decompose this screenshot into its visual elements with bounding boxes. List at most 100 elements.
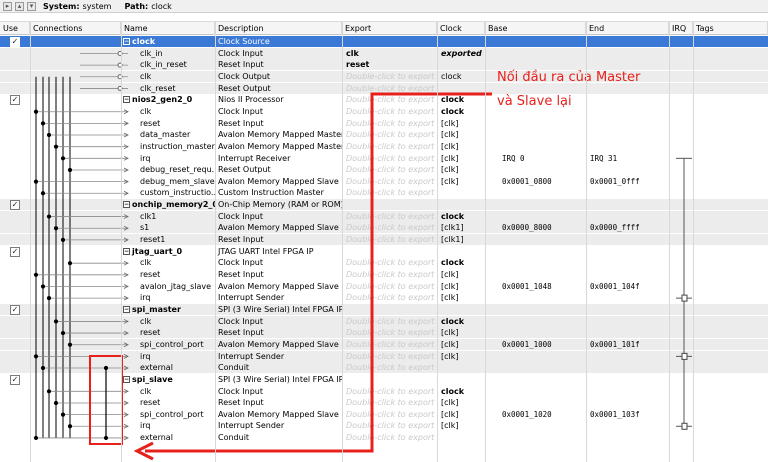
filter-icon[interactable]: ▾: [27, 1, 36, 11]
clock-field[interactable]: [439, 432, 485, 443]
clock-field[interactable]: [clk]: [439, 420, 485, 431]
column-header-irq[interactable]: IRQ: [669, 22, 693, 35]
component-name[interactable]: external: [138, 432, 215, 443]
interface-row[interactable]: clk Clock Input Double-click to export cloc…: [0, 106, 768, 117]
interface-row[interactable]: irq Interrupt Sender Double-click to expor…: [0, 350, 768, 362]
interface-row[interactable]: clk_reset Reset Output Double-click to exp…: [0, 82, 768, 94]
component-name[interactable]: custom_instructio...: [138, 187, 215, 198]
component-name[interactable]: clk_in_reset: [138, 59, 215, 70]
clock-field[interactable]: [439, 187, 485, 198]
collapse-icon[interactable]: ▸: [3, 1, 12, 11]
component-name[interactable]: − spi_slave: [121, 374, 215, 385]
component-name[interactable]: clk: [138, 386, 215, 397]
expand-collapse-icon[interactable]: −: [123, 375, 130, 383]
expand-collapse-icon[interactable]: −: [123, 247, 130, 255]
interface-row[interactable]: clk_in_reset Reset Input reset: [0, 59, 768, 71]
clock-field[interactable]: [439, 304, 485, 315]
clock-field[interactable]: [439, 36, 485, 47]
clock-field[interactable]: [clk]: [439, 118, 485, 129]
interface-row[interactable]: reset Reset Input Double-click to export [c…: [0, 327, 768, 339]
column-header-clock[interactable]: Clock: [437, 22, 485, 35]
base-address[interactable]: 0x0001_1020: [500, 409, 586, 420]
column-header-end[interactable]: End: [586, 22, 669, 35]
base-address[interactable]: 0x0001_1048: [500, 281, 586, 292]
use-checkbox[interactable]: ✓: [10, 200, 20, 211]
interface-row[interactable]: reset Reset Input Double-click to export [c…: [0, 397, 768, 408]
export-field[interactable]: Double-click to export: [344, 94, 437, 105]
interface-row[interactable]: clk Clock Input Double-click to export cloc…: [0, 257, 768, 268]
clock-field[interactable]: clock: [439, 257, 485, 268]
base-address[interactable]: IRQ 0: [500, 153, 586, 164]
clock-field[interactable]: [clk]: [439, 339, 485, 350]
clock-field[interactable]: clock: [439, 386, 485, 397]
base-address[interactable]: 0x0000_8000: [500, 222, 586, 233]
export-field[interactable]: Double-click to export: [344, 141, 437, 152]
use-checkbox[interactable]: ✓: [10, 246, 20, 257]
clock-field[interactable]: [clk]: [439, 141, 485, 152]
export-field[interactable]: [344, 199, 437, 210]
interface-row[interactable]: clk Clock Output Double-click to export clo…: [0, 70, 768, 82]
export-field[interactable]: Double-click to export: [344, 327, 437, 338]
column-header-tags[interactable]: Tags: [693, 22, 768, 35]
component-name[interactable]: irq: [138, 351, 215, 362]
export-field[interactable]: Double-click to export: [344, 281, 437, 292]
end-address[interactable]: 0x0001_104f: [588, 281, 668, 292]
export-field[interactable]: Double-click to export: [344, 397, 437, 408]
expand-collapse-icon[interactable]: −: [123, 305, 130, 313]
clock-field[interactable]: [clk]: [439, 176, 485, 187]
clock-field[interactable]: [439, 374, 485, 385]
interface-row[interactable]: clk1 Clock Input Double-click to export clo…: [0, 210, 768, 222]
component-name[interactable]: reset: [138, 118, 215, 129]
interface-row[interactable]: s1 Avalon Memory Mapped Slave Double-click…: [0, 222, 768, 234]
end-address[interactable]: IRQ 31: [588, 153, 668, 164]
clock-field[interactable]: exported: [439, 48, 485, 59]
export-field[interactable]: reset: [344, 59, 437, 70]
component-name[interactable]: clk: [138, 71, 215, 82]
clock-field[interactable]: [clk]: [439, 153, 485, 164]
expand-collapse-icon[interactable]: −: [123, 38, 130, 45]
clock-field[interactable]: [clk1]: [439, 234, 485, 245]
component-name[interactable]: − onchip_memory2_0: [121, 199, 215, 210]
export-field[interactable]: Double-click to export: [344, 83, 437, 94]
export-field[interactable]: [344, 36, 437, 47]
expand-collapse-icon[interactable]: −: [123, 96, 130, 104]
component-name[interactable]: clk: [138, 106, 215, 117]
export-field[interactable]: Double-click to export: [344, 362, 437, 373]
end-address[interactable]: 0x0001_101f: [588, 339, 668, 350]
clock-field[interactable]: [clk]: [439, 269, 485, 280]
component-row[interactable]: ✓ − spi_slave SPI (3 Wire Serial) Intel FPG…: [0, 374, 768, 385]
export-field[interactable]: Double-click to export: [344, 292, 437, 303]
interface-row[interactable]: external Conduit Double-click to export: [0, 432, 768, 443]
component-name[interactable]: irq: [138, 292, 215, 303]
interface-row[interactable]: avalon_jtag_slave Avalon Memory Mapped Sl…: [0, 281, 768, 292]
export-field[interactable]: Double-click to export: [344, 129, 437, 140]
component-name[interactable]: spi_control_port: [138, 339, 215, 350]
base-address[interactable]: 0x0001_0800: [500, 176, 586, 187]
export-field[interactable]: Double-click to export: [344, 211, 437, 222]
component-name[interactable]: irq: [138, 153, 215, 164]
interface-row[interactable]: instruction_master Avalon Memory Mapped M…: [0, 141, 768, 152]
interface-row[interactable]: reset1 Reset Input Double-click to export[…: [0, 234, 768, 246]
component-name[interactable]: debug_reset_requ...: [138, 164, 215, 175]
interface-row[interactable]: external Conduit Double-click to export: [0, 362, 768, 374]
clock-field[interactable]: [clk]: [439, 409, 485, 420]
export-field[interactable]: Double-click to export: [344, 386, 437, 397]
export-field[interactable]: Double-click to export: [344, 176, 437, 187]
interface-row[interactable]: data_master Avalon Memory Mapped Master Do…: [0, 129, 768, 140]
column-header-description[interactable]: Description: [215, 22, 342, 35]
interface-row[interactable]: reset Reset Input Double-click to export [c…: [0, 118, 768, 129]
component-name[interactable]: clk: [138, 257, 215, 268]
component-name[interactable]: clk: [138, 316, 215, 327]
interface-row[interactable]: debug_mem_slave Avalon Memory Mapped Slav…: [0, 176, 768, 187]
interface-row[interactable]: reset Reset Input Double-click to export [c…: [0, 269, 768, 280]
clock-field[interactable]: [clk]: [439, 129, 485, 140]
clock-field[interactable]: clock: [439, 94, 485, 105]
clock-field[interactable]: [clk]: [439, 327, 485, 338]
interface-row[interactable]: clk Clock Input Double-click to export cloc…: [0, 315, 768, 327]
clock-field[interactable]: [clk]: [439, 292, 485, 303]
base-address[interactable]: 0x0001_1000: [500, 339, 586, 350]
clock-field[interactable]: [439, 83, 485, 94]
component-name[interactable]: data_master: [138, 129, 215, 140]
export-field[interactable]: Double-click to export: [344, 106, 437, 117]
component-row[interactable]: ✓ − spi_master SPI (3 Wire Serial) Intel FP…: [0, 303, 768, 315]
